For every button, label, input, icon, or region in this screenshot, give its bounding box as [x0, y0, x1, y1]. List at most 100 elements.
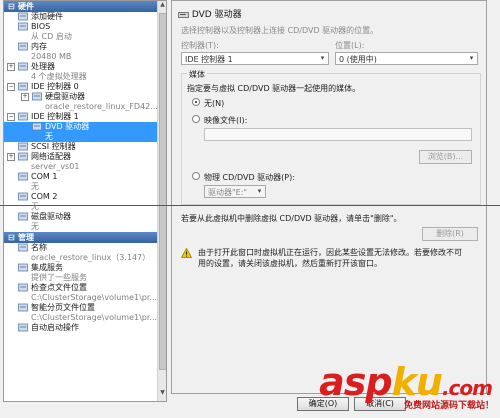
management-section-header[interactable]: ⊟ 管理	[4, 232, 166, 243]
tree-item[interactable]: + 处理器 4 个虚拟处理器	[4, 62, 166, 82]
collapse-icon[interactable]: ⊟	[8, 232, 16, 243]
tree-item-label: COM 1	[31, 172, 58, 181]
tree-item[interactable]: 智能分页文件位置 C:\ClusterStorage\volume1\pr...	[4, 303, 166, 323]
tree-item[interactable]: − IDE 控制器 1	[4, 112, 166, 122]
tree-item-detail: 无	[31, 182, 39, 191]
tree-item[interactable]: 添加硬件	[4, 12, 166, 22]
radio-image-file[interactable]	[192, 115, 200, 123]
remove-hint: 若要从此虚拟机中删除虚拟 CD/DVD 驱动器，请单击"删除"。	[181, 214, 402, 223]
tree-item[interactable]: SCSI 控制器	[4, 142, 166, 152]
integration-services-icon	[18, 263, 28, 272]
tree-item[interactable]: 检查点文件位置 C:\ClusterStorage\volume1\pr...	[4, 283, 166, 303]
ide-controller-icon	[18, 82, 28, 91]
dvd-drive-settings-panel: DVD 驱动器 选择控制器以及控制器上连接 CD/DVD 驱动器的位置。 控制器…	[171, 0, 487, 411]
expand-toggle-icon[interactable]: +	[7, 153, 15, 161]
processor-icon	[18, 62, 28, 71]
collapse-icon[interactable]: ⊟	[8, 1, 16, 12]
tree-item-label: 智能分页文件位置	[31, 303, 95, 312]
radio-image-file-label: 映像文件(I):	[204, 116, 248, 125]
warning-text-line-1: 由于打开此窗口时虚拟机正在运行，因此某些设置无法修改。若要修改不可	[198, 248, 462, 257]
chevron-down-icon: ▾	[257, 187, 262, 195]
tree-item[interactable]: + 硬盘驱动器 oracle_restore_linux_FD42...	[4, 92, 166, 112]
tree-item-detail: 无	[45, 132, 53, 141]
name-icon	[18, 243, 28, 252]
tree-item-label: 添加硬件	[31, 12, 63, 21]
expand-toggle-icon[interactable]: +	[21, 93, 29, 101]
tree-item-label: 处理器	[31, 62, 55, 71]
warning-text-line-2: 用的设置，请关闭该虚拟机，然后重新打开该窗口。	[198, 259, 382, 268]
controller-description: 选择控制器以及控制器上连接 CD/DVD 驱动器的位置。	[181, 26, 379, 35]
media-group-label: 媒体	[187, 69, 207, 80]
chevron-down-icon: ▾	[320, 54, 325, 62]
tree-scrollbar[interactable]: ▲ ▼	[157, 1, 166, 401]
scroll-down-icon[interactable]: ▼	[158, 389, 166, 399]
dvd-drive-icon	[178, 11, 189, 18]
expand-toggle-icon[interactable]: −	[7, 83, 15, 91]
tree-item-detail: 提供了一些服务	[31, 273, 87, 282]
tree-item[interactable]: 集成服务 提供了一些服务	[4, 263, 166, 283]
tree-item-label: 自动启动操作	[31, 323, 79, 332]
scsi-controller-icon	[18, 142, 28, 151]
tree-item-detail: oracle_restore_linux（3.147）	[31, 253, 151, 262]
tree-item-detail: C:\ClusterStorage\volume1\pr...	[31, 313, 158, 322]
tree-item-label: 集成服务	[31, 263, 63, 272]
media-description: 指定要与虚拟 CD/DVD 驱动器一起使用的媒体。	[187, 84, 361, 93]
tree-item-label: BIOS	[31, 22, 51, 31]
com-port-icon	[18, 192, 28, 201]
annotation-line	[0, 205, 500, 206]
com-port-icon	[18, 172, 28, 181]
tree-item-detail: 无	[31, 222, 39, 231]
browse-button[interactable]: 浏览(B)...	[419, 150, 472, 164]
tree-item[interactable]: BIOS 从 CD 启动	[4, 22, 166, 42]
tree-item[interactable]: COM 1无	[4, 172, 166, 192]
watermark-part-3: .com	[441, 376, 493, 400]
controller-label: 控制器(T):	[181, 41, 219, 50]
tree-item-label: DVD 驱动器	[45, 122, 90, 131]
tree-item[interactable]: 名称 oracle_restore_linux（3.147）	[4, 243, 166, 263]
hardware-section-header[interactable]: ⊟ 硬件	[4, 1, 166, 12]
watermark-subtitle: 免费网站源码下载站！	[403, 401, 494, 411]
expand-toggle-icon[interactable]: +	[7, 63, 15, 71]
tree-item-detail: 20480 MB	[31, 52, 72, 61]
tree-item-detail: 无	[31, 202, 39, 211]
tree-item[interactable]: − IDE 控制器 0	[4, 82, 166, 92]
location-select-value: 0 (使用中)	[339, 55, 377, 64]
remove-button[interactable]: 删除(R)	[422, 227, 478, 241]
tree-item-detail: 4 个虚拟处理器	[31, 72, 87, 81]
image-file-path-input[interactable]	[204, 128, 472, 141]
tree-item[interactable]: 磁盘驱动器无	[4, 212, 166, 232]
scroll-up-icon[interactable]: ▲	[158, 1, 166, 11]
tree-item[interactable]: COM 2无	[4, 192, 166, 212]
hard-drive-icon	[32, 92, 42, 101]
radio-none-label: 无(N)	[204, 99, 225, 108]
tree-item[interactable]: + 网络适配器 server_vs01	[4, 152, 166, 172]
tree-item[interactable]: 自动启动操作	[4, 323, 166, 333]
checkpoint-folder-icon	[18, 283, 28, 292]
tree-item-label: 检查点文件位置	[31, 283, 87, 292]
tree-item-detail: oracle_restore_linux_FD42...	[45, 102, 158, 111]
warning-icon	[181, 248, 192, 258]
radio-physical-drive[interactable]	[192, 172, 200, 180]
controller-select[interactable]: IDE 控制器 1 ▾	[181, 52, 329, 65]
settings-tree-panel: ⊟ 硬件 添加硬件 BIOS 从 CD 启动 内存 20480 MB + 处理器 4 个虚拟处理器…	[3, 0, 167, 402]
tree-item-label: 硬盘驱动器	[45, 92, 85, 101]
physical-drive-select[interactable]: 驱动器"E:" ▾	[204, 185, 266, 198]
tree-item-label: 网络适配器	[31, 152, 71, 161]
scrollbar-thumb[interactable]	[159, 13, 166, 370]
radio-physical-drive-label: 物理 CD/DVD 驱动器(P):	[204, 173, 295, 182]
radio-none[interactable]	[192, 98, 200, 106]
bios-icon	[18, 22, 28, 31]
memory-icon	[18, 42, 28, 51]
tree-item[interactable]: DVD 驱动器无	[4, 122, 166, 142]
tree-item-label: IDE 控制器 0	[31, 82, 79, 91]
location-select[interactable]: 0 (使用中) ▾	[335, 52, 478, 65]
tree-item[interactable]: 内存 20480 MB	[4, 42, 166, 62]
tree-item-label: COM 2	[31, 192, 58, 201]
tree-item-label: IDE 控制器 1	[31, 112, 79, 121]
add-hardware-icon	[18, 12, 28, 21]
tree-item-label: 内存	[31, 42, 47, 51]
dvd-drive-icon	[32, 122, 42, 131]
tree-item-label: SCSI 控制器	[31, 142, 76, 151]
settings-tree: ⊟ 硬件 添加硬件 BIOS 从 CD 启动 内存 20480 MB + 处理器 4 个虚拟处理器…	[4, 1, 166, 333]
expand-toggle-icon[interactable]: −	[7, 113, 15, 121]
